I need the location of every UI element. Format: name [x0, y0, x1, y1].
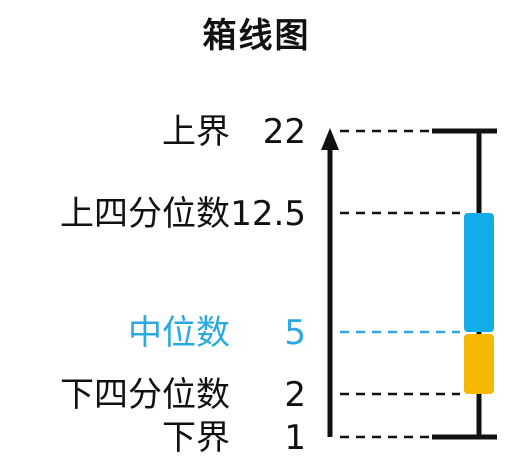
- axis-arrowhead: [321, 128, 339, 150]
- median-value-label: 5: [284, 313, 306, 353]
- upper_whisker-value-label: 22: [263, 112, 306, 152]
- q1-name-label: 下四分位数: [60, 375, 230, 415]
- lower-box-segment: [464, 334, 494, 394]
- label-group: 上界 22 上四分位数 12.5 中位数 5 下四分位数 2 下界 1: [60, 112, 306, 458]
- value-axis: [321, 128, 339, 437]
- q1-value-label: 2: [284, 375, 306, 415]
- lower_whisker-value-label: 1: [284, 418, 306, 458]
- median-name-label: 中位数: [128, 313, 230, 353]
- q3-value-label: 12.5: [230, 194, 306, 234]
- boxplot-diagram: 上界 22 上四分位数 12.5 中位数 5 下四分位数 2 下界 1: [60, 112, 497, 458]
- lower_whisker-name-label: 下界: [162, 418, 230, 458]
- upper-box-segment: [464, 213, 494, 332]
- box-plot: [432, 128, 497, 440]
- upper_whisker-name-label: 上界: [162, 112, 230, 152]
- q3-name-label: 上四分位数: [60, 194, 230, 234]
- guide-lines: [340, 129, 460, 439]
